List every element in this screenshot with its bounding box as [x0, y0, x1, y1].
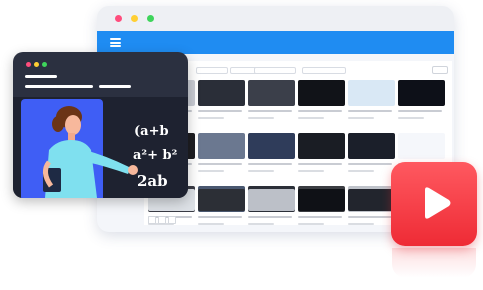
- card-dot-green: [42, 62, 47, 67]
- card-dot-yellow: [34, 62, 39, 67]
- search-input[interactable]: [302, 67, 346, 74]
- video-thumbnail[interactable]: [398, 80, 445, 106]
- video-thumbnail[interactable]: [398, 133, 445, 159]
- window-titlebar: [97, 6, 454, 31]
- video-thumbnail[interactable]: [198, 80, 245, 106]
- video-meta-line: [298, 223, 324, 225]
- video-title-line: [298, 163, 342, 165]
- video-title-line: [248, 216, 292, 218]
- video-thumbnail[interactable]: [298, 133, 345, 159]
- card-line-2: [25, 85, 93, 88]
- video-meta-line: [198, 170, 224, 172]
- video-thumbnail[interactable]: [298, 189, 345, 211]
- video-meta-line: [248, 223, 274, 225]
- window-close-dot[interactable]: [115, 15, 122, 22]
- teacher-illustration-card: (a+b a²+ b² 2ab: [13, 52, 188, 198]
- video-thumbnail[interactable]: [198, 133, 245, 159]
- video-meta-line: [298, 117, 324, 119]
- video-thumbnail[interactable]: [198, 189, 245, 211]
- video-thumbnail[interactable]: [248, 80, 295, 106]
- video-title-line: [198, 216, 242, 218]
- video-title-line: [248, 110, 292, 112]
- page-1-button[interactable]: [158, 216, 166, 224]
- page-prev-button[interactable]: [148, 216, 156, 224]
- video-meta-line: [298, 170, 324, 172]
- video-title-line: [198, 110, 242, 112]
- play-button-reflection: [392, 248, 476, 278]
- teacher-figure: [43, 106, 138, 198]
- play-icon: [425, 187, 451, 219]
- math-line-3: 2ab: [137, 172, 168, 190]
- card-line-3: [99, 85, 131, 88]
- video-title-line: [398, 110, 442, 112]
- video-thumbnail[interactable]: [248, 133, 295, 159]
- video-meta-line: [248, 170, 274, 172]
- search-button[interactable]: [432, 66, 448, 74]
- video-meta-line: [198, 223, 224, 225]
- card-dot-red: [26, 62, 31, 67]
- pagination: [148, 216, 178, 224]
- video-meta-line: [348, 223, 374, 225]
- video-meta-line: [248, 117, 274, 119]
- video-title-line: [348, 163, 392, 165]
- page-next-button[interactable]: [168, 216, 176, 224]
- hamburger-menu-icon[interactable]: [110, 38, 121, 47]
- video-meta-line: [348, 117, 374, 119]
- video-title-line: [198, 163, 242, 165]
- video-title-line: [248, 163, 292, 165]
- app-header-bar: [97, 31, 454, 54]
- video-title-line: [298, 110, 342, 112]
- card-line-1: [25, 75, 57, 78]
- window-minimize-dot[interactable]: [131, 15, 138, 22]
- category-select[interactable]: [254, 67, 296, 74]
- window-maximize-dot[interactable]: [147, 15, 154, 22]
- video-title-line: [348, 110, 392, 112]
- video-title-line: [298, 216, 342, 218]
- video-thumbnail[interactable]: [348, 80, 395, 106]
- video-thumbnail[interactable]: [348, 189, 395, 211]
- video-meta-line: [198, 117, 224, 119]
- video-thumbnail[interactable]: [298, 80, 345, 106]
- play-button-body[interactable]: [391, 162, 477, 246]
- video-meta-line: [398, 117, 424, 119]
- play-button[interactable]: [391, 162, 477, 248]
- video-thumbnail[interactable]: [248, 189, 295, 211]
- date-start-field[interactable]: [196, 67, 228, 74]
- video-title-line: [348, 216, 392, 218]
- video-meta-line: [348, 170, 374, 172]
- math-line-2: a²+ b²: [133, 148, 178, 163]
- math-line-1: (a+b: [134, 124, 169, 139]
- video-thumbnail[interactable]: [348, 133, 395, 159]
